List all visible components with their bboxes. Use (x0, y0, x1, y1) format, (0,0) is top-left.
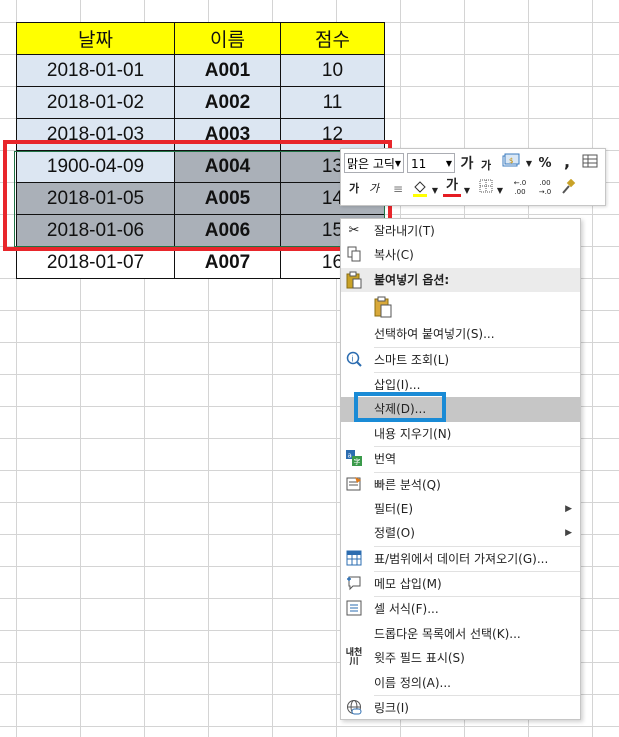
chevron-down-icon[interactable]: ▼ (524, 154, 534, 174)
table-icon (345, 550, 363, 568)
menu-item-translate[interactable]: a字 번역 (341, 447, 580, 471)
red-highlight-box (3, 140, 392, 251)
menu-label: 정렬(O) (374, 526, 415, 541)
phonetic-icon: 내천 川 (345, 648, 363, 668)
menu-label: 빠른 분석(Q) (374, 477, 441, 492)
decrease-decimal-button[interactable]: .00 →.0 (534, 179, 556, 199)
menu-item-filter[interactable]: 필터(E) ▶ (341, 497, 580, 521)
menu-label: 메모 삽입(M) (374, 577, 442, 592)
chevron-down-icon[interactable]: ▼ (430, 181, 440, 201)
format-cells-icon (345, 600, 363, 618)
bold-button[interactable]: 가 (347, 179, 361, 199)
menu-label: 잘라내기(T) (374, 224, 435, 238)
menu-item-define-name[interactable]: 이름 정의(A)... (341, 671, 580, 695)
chevron-down-icon[interactable]: ▼ (495, 181, 505, 201)
cell-name[interactable]: A001 (174, 54, 281, 87)
chevron-down-icon[interactable]: ▼ (446, 154, 452, 174)
menu-label: 복사(C) (374, 248, 414, 263)
translate-icon: a字 (345, 450, 363, 468)
scissors-icon: ✂ (348, 223, 360, 238)
font-size-box[interactable]: 11 ▼ (407, 153, 455, 173)
cell-date[interactable]: 2018-01-07 (16, 246, 175, 279)
menu-label: 필터(E) (374, 501, 414, 516)
menu-label: 번역 (374, 452, 397, 467)
cell-name[interactable]: A002 (174, 86, 281, 119)
increase-decimal-button[interactable]: ←.0 .00 (509, 179, 531, 199)
chevron-right-icon: ▶ (565, 503, 572, 514)
font-name-box[interactable]: 맑은 고딕 ▼ (344, 153, 404, 173)
fill-color-icon[interactable] (411, 179, 429, 199)
menu-item-insert-comment[interactable]: 메모 삽입(M) (341, 572, 580, 596)
chevron-down-icon[interactable]: ▼ (462, 181, 472, 201)
menu-label: 표/범위에서 데이터 가져오기(G)... (374, 551, 549, 566)
table-row: 2018-01-07 A007 16 (16, 246, 385, 279)
menu-label: 삽입(I)... (374, 377, 421, 392)
menu-item-quick-analysis[interactable]: 빠른 분석(Q) (341, 473, 580, 497)
clipboard-icon (345, 271, 363, 289)
menu-label: 붙여넣기 옵션: (374, 272, 450, 287)
menu-label: 내용 지우기(N) (374, 426, 452, 441)
mini-toolbar: 맑은 고딕 ▼ 11 ▼ 가 가 $ ▼ % , 가 가 ≡ ▼ 가 ▼ ▼ ←… (340, 148, 606, 206)
menu-item-link[interactable]: 링크(I) (341, 696, 580, 720)
font-name-value: 맑은 고딕 (347, 157, 395, 171)
menu-item-paste-special[interactable]: 선택하여 붙여넣기(S)... (341, 322, 580, 346)
svg-text:字: 字 (354, 457, 361, 466)
quick-analysis-icon (345, 476, 363, 494)
menu-label: 윗주 필드 표시(S) (374, 651, 465, 666)
accounting-format-icon[interactable]: $ (501, 153, 523, 173)
menu-label: 이름 정의(A)... (374, 675, 451, 690)
comment-icon (345, 575, 363, 593)
menu-label: 선택하여 붙여넣기(S)... (374, 327, 495, 342)
format-table-icon[interactable] (581, 153, 599, 173)
shrink-font-button[interactable]: 가 (479, 156, 493, 176)
menu-item-smart-lookup[interactable]: i 스마트 조회(L) (341, 348, 580, 372)
cell-date[interactable]: 2018-01-02 (16, 86, 175, 119)
menu-item-pick-from-dropdown[interactable]: 드롭다운 목록에서 선택(K)... (341, 622, 580, 646)
menu-section-paste-options: 붙여넣기 옵션: (341, 267, 580, 293)
menu-item-clear-contents[interactable]: 내용 지우기(N) (341, 422, 580, 446)
cell-date[interactable]: 2018-01-01 (16, 54, 175, 87)
menu-item-cut[interactable]: ✂ 잘라내기(T) (341, 219, 580, 243)
svg-text:$: $ (509, 157, 513, 165)
cell-score[interactable]: 10 (280, 54, 385, 87)
menu-item-format-cells[interactable]: 셀 서식(F)... (341, 597, 580, 621)
cell-name[interactable]: A007 (174, 246, 281, 279)
table-row: 2018-01-02 A002 11 (16, 86, 385, 119)
menu-item-copy[interactable]: 복사(C) (341, 243, 580, 267)
italic-button[interactable]: 가 (367, 179, 381, 199)
format-painter-icon[interactable] (559, 178, 577, 199)
paste-clipboard-icon[interactable] (373, 296, 392, 318)
paste-options-row (341, 292, 580, 322)
borders-icon[interactable] (478, 179, 494, 199)
header-score[interactable]: 점수 (280, 22, 385, 55)
percent-style-button[interactable]: % (537, 154, 553, 174)
menu-label: 셀 서식(F)... (374, 602, 439, 617)
header-date[interactable]: 날짜 (16, 22, 175, 55)
svg-text:a: a (348, 452, 352, 460)
blue-highlight-box (354, 392, 446, 422)
menu-label: 스마트 조회(L) (374, 352, 450, 367)
font-size-value: 11 (411, 157, 427, 171)
menu-label: 드롭다운 목록에서 선택(K)... (374, 626, 521, 641)
chevron-down-icon[interactable]: ▼ (395, 154, 401, 172)
cell-score[interactable]: 11 (280, 86, 385, 119)
menu-item-phonetic-field[interactable]: 내천 川 윗주 필드 표시(S) (341, 646, 580, 670)
grow-font-button[interactable]: 가 (459, 154, 475, 174)
chevron-right-icon: ▶ (565, 528, 572, 539)
menu-label: 링크(I) (374, 701, 409, 716)
menu-item-sort[interactable]: 정렬(O) ▶ (341, 521, 580, 545)
link-icon (345, 699, 363, 717)
font-color-button[interactable]: 가 (443, 177, 461, 197)
smart-lookup-icon: i (345, 351, 363, 369)
copy-icon (345, 246, 363, 264)
header-name[interactable]: 이름 (174, 22, 281, 55)
menu-item-get-data[interactable]: 표/범위에서 데이터 가져오기(G)... (341, 547, 580, 571)
align-center-icon[interactable]: ≡ (391, 179, 405, 199)
context-menu: ✂ 잘라내기(T) 복사(C) 붙여넣기 옵션: 선택하여 붙여넣기(S)...… (340, 218, 581, 720)
comma-style-button[interactable]: , (561, 152, 573, 172)
svg-text:i: i (351, 354, 353, 363)
table-header-row: 날짜 이름 점수 (16, 22, 385, 55)
table-row: 2018-01-01 A001 10 (16, 54, 385, 87)
